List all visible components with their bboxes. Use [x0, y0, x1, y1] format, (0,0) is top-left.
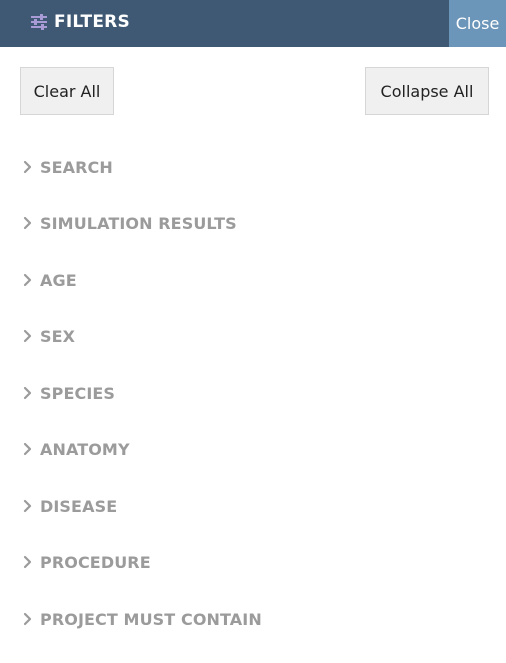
chevron-right-icon	[23, 442, 32, 456]
clear-all-button[interactable]: Clear All	[20, 67, 114, 115]
chevron-right-icon	[23, 612, 32, 626]
filter-label: AGE	[40, 270, 77, 290]
sliders-icon	[31, 14, 47, 30]
chevron-right-icon	[23, 216, 32, 230]
filters-header: FILTERS Close	[0, 0, 506, 47]
chevron-right-icon	[23, 386, 32, 400]
collapse-all-button[interactable]: Collapse All	[365, 67, 489, 115]
chevron-right-icon	[23, 160, 32, 174]
filter-item-anatomy[interactable]: ANATOMY	[22, 437, 130, 461]
page-title: FILTERS	[54, 12, 130, 32]
filter-label: SEX	[40, 326, 76, 346]
filter-item-age[interactable]: AGE	[22, 268, 77, 292]
filter-label: SIMULATION RESULTS	[40, 213, 237, 233]
filter-label: SPECIES	[40, 383, 116, 403]
filter-label: SEARCH	[40, 157, 113, 177]
chevron-right-icon	[23, 499, 32, 513]
header-title-group: FILTERS	[30, 0, 130, 44]
filter-label: PROCEDURE	[40, 552, 151, 572]
filter-item-project-must-contain[interactable]: PROJECT MUST CONTAIN	[22, 607, 262, 631]
filter-item-search[interactable]: SEARCH	[22, 155, 113, 179]
filter-item-simulation-results[interactable]: SIMULATION RESULTS	[22, 211, 237, 235]
chevron-right-icon	[23, 273, 32, 287]
filter-item-disease[interactable]: DISEASE	[22, 494, 117, 518]
filter-label: ANATOMY	[40, 439, 130, 459]
chevron-right-icon	[23, 329, 32, 343]
chevron-right-icon	[23, 555, 32, 569]
filter-item-procedure[interactable]: PROCEDURE	[22, 550, 151, 574]
filters-panel: FILTERS Close Clear All Collapse All SEA…	[0, 0, 506, 663]
filter-item-species[interactable]: SPECIES	[22, 381, 115, 405]
filter-label: DISEASE	[40, 496, 118, 516]
filter-label: PROJECT MUST CONTAIN	[40, 609, 262, 629]
close-button[interactable]: Close	[449, 0, 506, 47]
filter-item-sex[interactable]: SEX	[22, 324, 75, 348]
